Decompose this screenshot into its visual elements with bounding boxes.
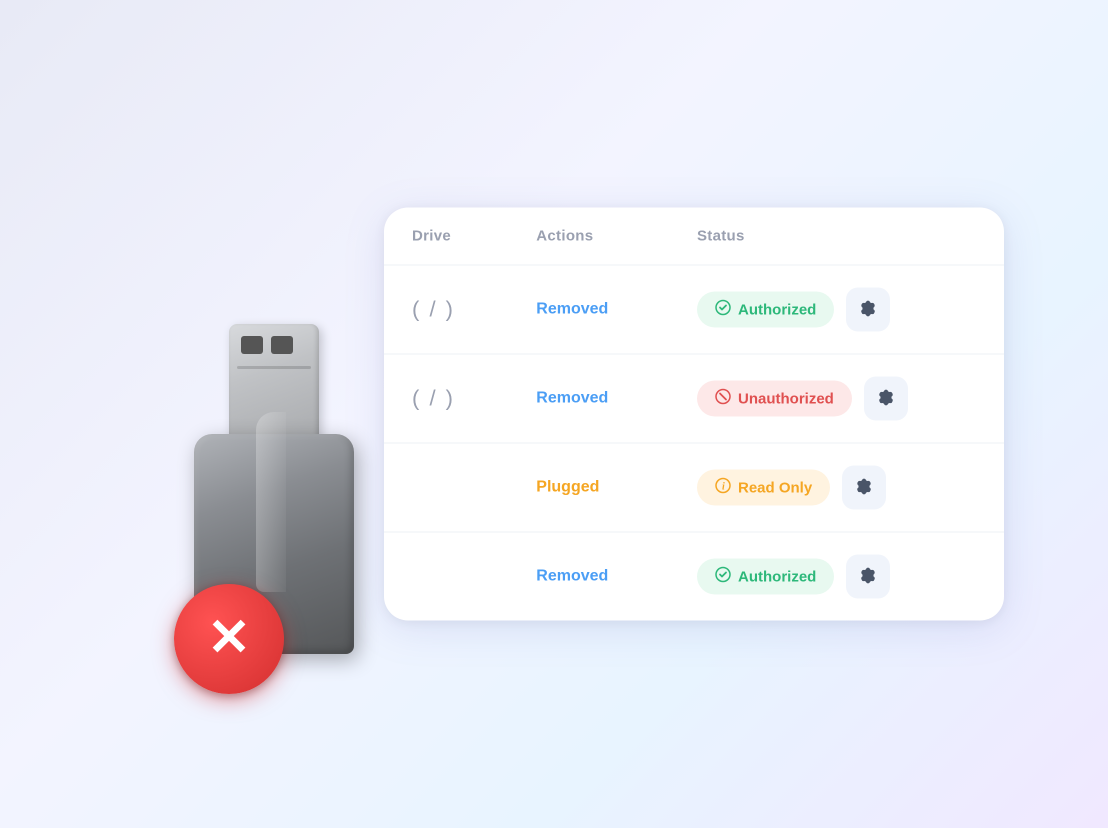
table-row: Removed Authorized <box>384 532 1004 621</box>
status-text: Read Only <box>738 479 812 496</box>
status-badge: Authorized <box>697 559 834 595</box>
status-text: Unauthorized <box>738 390 834 407</box>
status-wrapper: Authorized <box>697 288 976 332</box>
usb-illustration <box>134 354 434 714</box>
action-label: Removed <box>536 390 608 407</box>
scene: Drive Actions Status ( / ) Removed Authori… <box>104 54 1004 774</box>
status-text: Authorized <box>738 568 816 585</box>
drive-table: Drive Actions Status ( / ) Removed Authori… <box>384 208 1004 621</box>
action-cell: Plugged <box>508 443 669 532</box>
action-cell: Removed <box>508 354 669 443</box>
status-text: Authorized <box>738 301 816 318</box>
table-row: ( / )RemovedUnauthorized <box>384 354 1004 443</box>
status-cell: Authorized <box>669 532 1004 621</box>
status-badge: Unauthorized <box>697 381 852 417</box>
status-badge: Authorized <box>697 292 834 328</box>
status-wrapper: Authorized <box>697 555 976 599</box>
status-cell: Unauthorized <box>669 354 1004 443</box>
status-cell: i Read Only <box>669 443 1004 532</box>
svg-text:i: i <box>722 482 725 493</box>
drive-cell: ( / ) <box>384 265 508 354</box>
settings-button[interactable] <box>846 555 890 599</box>
col-actions: Actions <box>508 208 669 266</box>
status-icon <box>715 389 731 409</box>
col-drive: Drive <box>384 208 508 266</box>
status-icon: i <box>715 478 731 498</box>
settings-button[interactable] <box>842 466 886 510</box>
red-x-badge <box>174 584 284 694</box>
drive-label: ( / ) <box>412 297 455 322</box>
table-header-row: Drive Actions Status <box>384 208 1004 266</box>
settings-button[interactable] <box>864 377 908 421</box>
status-badge: i Read Only <box>697 470 830 506</box>
status-icon <box>715 567 731 587</box>
usb-highlight <box>256 412 286 592</box>
status-icon <box>715 300 731 320</box>
action-cell: Removed <box>508 265 669 354</box>
status-wrapper: Unauthorized <box>697 377 976 421</box>
action-label: Removed <box>536 301 608 318</box>
table-row: Plugged i Read Only <box>384 443 1004 532</box>
table-row: ( / ) Removed Authorized <box>384 265 1004 354</box>
status-cell: Authorized <box>669 265 1004 354</box>
action-label: Removed <box>536 568 608 585</box>
col-status: Status <box>669 208 1004 266</box>
action-cell: Removed <box>508 532 669 621</box>
settings-button[interactable] <box>846 288 890 332</box>
action-label: Plugged <box>536 479 599 496</box>
drive-table-card: Drive Actions Status ( / ) Removed Authori… <box>384 208 1004 621</box>
status-wrapper: i Read Only <box>697 466 976 510</box>
